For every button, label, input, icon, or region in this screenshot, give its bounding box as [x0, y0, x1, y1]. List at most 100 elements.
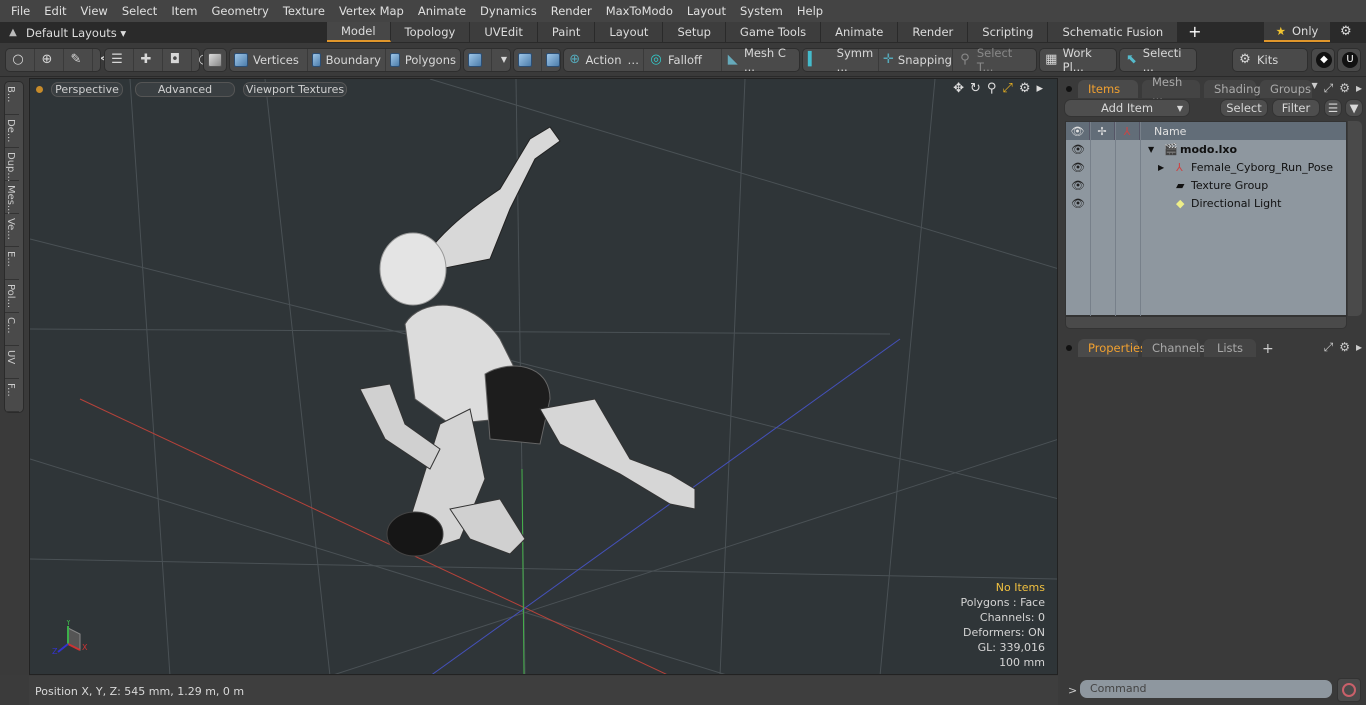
viewport-more-icon[interactable]: ▸ — [1036, 81, 1043, 96]
left-tab-uv[interactable]: UV — [5, 346, 19, 379]
gear-icon[interactable]: ⚙ — [1340, 24, 1352, 39]
3d-viewport[interactable]: Perspective Advanced Viewport Textures ✥… — [29, 78, 1058, 675]
panel-gear-icon[interactable]: ⚙ — [1339, 81, 1350, 96]
left-tab-curve[interactable]: C... — [5, 313, 19, 346]
mesh-constraint-button[interactable]: ◣ Mesh C ... — [722, 46, 800, 74]
kits-button[interactable]: ⚙ Kits — [1233, 49, 1307, 71]
item-mode-button[interactable] — [204, 49, 231, 71]
list-item[interactable]: 👁 ▼ 🎬 modo.lxo — [1066, 140, 1346, 158]
add-panel-tab-button[interactable]: + — [1262, 341, 1274, 357]
menu-geometry[interactable]: Geometry — [205, 4, 276, 18]
list-options-button[interactable]: ☰ — [1324, 99, 1342, 117]
menu-help[interactable]: Help — [790, 4, 830, 18]
tab-items[interactable]: Items — [1078, 80, 1138, 98]
select-button[interactable]: Select — [1220, 99, 1268, 117]
menu-view[interactable]: View — [74, 4, 115, 18]
eye-icon[interactable]: 👁 — [1066, 179, 1090, 192]
left-tab-basic[interactable]: B... — [5, 82, 19, 115]
panel-more-icon[interactable]: ▸ — [1356, 81, 1362, 96]
expand-triangle-icon[interactable]: ▶ — [1158, 163, 1164, 172]
left-tab-edge[interactable]: E... — [5, 247, 19, 280]
tab-lists[interactable]: Lists — [1204, 339, 1256, 357]
tab-setup[interactable]: Setup — [663, 22, 726, 42]
menu-animate[interactable]: Animate — [411, 4, 473, 18]
unity-button[interactable]: ◆ — [1312, 49, 1340, 71]
expand-triangle-icon[interactable]: ▼ — [1148, 145, 1154, 154]
collapse-icon[interactable]: ▲ — [0, 27, 26, 38]
eye-icon[interactable]: 👁 — [1066, 143, 1090, 156]
align-button[interactable]: ☰ — [105, 49, 134, 71]
action-button[interactable]: ⊕ Action… — [564, 49, 644, 71]
props-gear-icon[interactable]: ⚙ — [1339, 340, 1350, 355]
circle-select-button[interactable]: ○ — [6, 49, 35, 71]
tab-channels[interactable]: Channels — [1142, 339, 1205, 357]
menu-vertex-map[interactable]: Vertex Map — [332, 4, 411, 18]
list-item[interactable]: 👁 ▰ Texture Group — [1066, 176, 1346, 194]
view-mode-button[interactable]: Perspective — [51, 81, 123, 97]
menu-file[interactable]: File — [4, 4, 37, 18]
unreal-button[interactable]: U — [1338, 49, 1366, 71]
props-more-icon[interactable]: ▸ — [1356, 340, 1362, 355]
menu-select[interactable]: Select — [115, 4, 164, 18]
menu-render[interactable]: Render — [544, 4, 599, 18]
tab-topology[interactable]: Topology — [390, 22, 471, 42]
viewport-textures-button[interactable]: Viewport Textures — [243, 81, 347, 97]
record-button[interactable] — [1337, 678, 1361, 702]
left-tab-fusion[interactable]: F... — [5, 379, 19, 412]
tab-schematic-fusion[interactable]: Schematic Fusion — [1048, 22, 1179, 42]
left-tab-polygon[interactable]: Pol... — [5, 280, 19, 313]
list-item[interactable]: 👁 ▶ ⅄ Female_Cyborg_Run_Pose — [1066, 158, 1346, 176]
menu-edit[interactable]: Edit — [37, 4, 73, 18]
zoom-icon[interactable]: ⚲ — [987, 81, 997, 96]
props-expand-icon[interactable]: ⤢ — [1324, 340, 1334, 355]
cyborg-model[interactable] — [359, 126, 696, 557]
eye-icon[interactable]: 👁 — [1066, 197, 1090, 210]
selection-sets-button[interactable]: ⬉ Selecti ... — [1120, 46, 1196, 74]
snapping-button[interactable]: ✛ Snapping — [879, 49, 953, 71]
select-through-button[interactable]: ⚲ Select T... — [953, 46, 1036, 74]
polygons-button[interactable]: Polygons — [386, 49, 460, 71]
item-list-horizontal-scrollbar[interactable] — [1065, 316, 1347, 329]
tab-mesh[interactable]: Mesh ... — [1142, 75, 1200, 103]
rotate-icon[interactable]: ↻ — [970, 81, 981, 96]
tab-groups[interactable]: Groups — [1260, 80, 1312, 98]
move-button[interactable]: ✚ — [134, 49, 163, 71]
tab-shading[interactable]: Shading — [1204, 80, 1261, 98]
locator-column-icon[interactable]: ⅄ — [1115, 122, 1140, 140]
boundary-button[interactable]: Boundary — [308, 49, 386, 71]
menu-dynamics[interactable]: Dynamics — [473, 4, 544, 18]
command-input[interactable]: Command — [1080, 680, 1332, 698]
list-item[interactable]: 👁 ◆ Directional Light — [1066, 194, 1346, 212]
tab-layout[interactable]: Layout — [595, 22, 664, 42]
menu-maxtomodo[interactable]: MaxToModo — [599, 4, 680, 18]
tab-model[interactable]: Model — [327, 22, 391, 42]
pan-icon[interactable]: ✥ — [953, 81, 964, 96]
lock-column-icon[interactable]: ✢ — [1090, 122, 1115, 140]
name-column-header[interactable]: Name — [1140, 125, 1186, 138]
menu-texture[interactable]: Texture — [276, 4, 332, 18]
work-plane-button[interactable]: ▦ Work Pl... — [1040, 46, 1116, 74]
shading-mode-button[interactable]: Advanced — [135, 81, 235, 97]
tab-animate[interactable]: Animate — [821, 22, 899, 42]
globe-button[interactable]: ⊕ — [35, 49, 64, 71]
tab-render[interactable]: Render — [898, 22, 969, 42]
material-mode-button[interactable] — [464, 49, 492, 71]
left-tab-mesh-edit[interactable]: Mes... — [5, 181, 19, 215]
tab-paint[interactable]: Paint — [537, 22, 596, 42]
tab-properties[interactable]: Properties — [1078, 339, 1146, 357]
menu-item[interactable]: Item — [164, 4, 204, 18]
maximize-icon[interactable]: ⤢ — [1002, 81, 1012, 96]
symmetry-button[interactable]: ▍ Symm ... — [803, 46, 879, 74]
item-list-vertical-scrollbar[interactable] — [1348, 121, 1362, 316]
vertices-button[interactable]: Vertices — [230, 49, 308, 71]
left-tab-deform[interactable]: De... — [5, 115, 19, 148]
viewport-gear-icon[interactable]: ⚙ — [1019, 81, 1031, 96]
tab-uvedit[interactable]: UVEdit — [470, 22, 538, 42]
pivot-button[interactable] — [514, 49, 542, 71]
scale-button[interactable]: ◘ — [163, 49, 192, 71]
default-layouts-dropdown[interactable]: Default Layouts ▾ — [26, 26, 326, 40]
filter-funnel-button[interactable]: ▼ — [1345, 99, 1363, 117]
left-tab-vertex[interactable]: Ve... — [5, 214, 19, 247]
expand-icon[interactable]: ⤢ — [1324, 81, 1334, 96]
falloff-button[interactable]: ◎ Falloff — [644, 49, 722, 71]
